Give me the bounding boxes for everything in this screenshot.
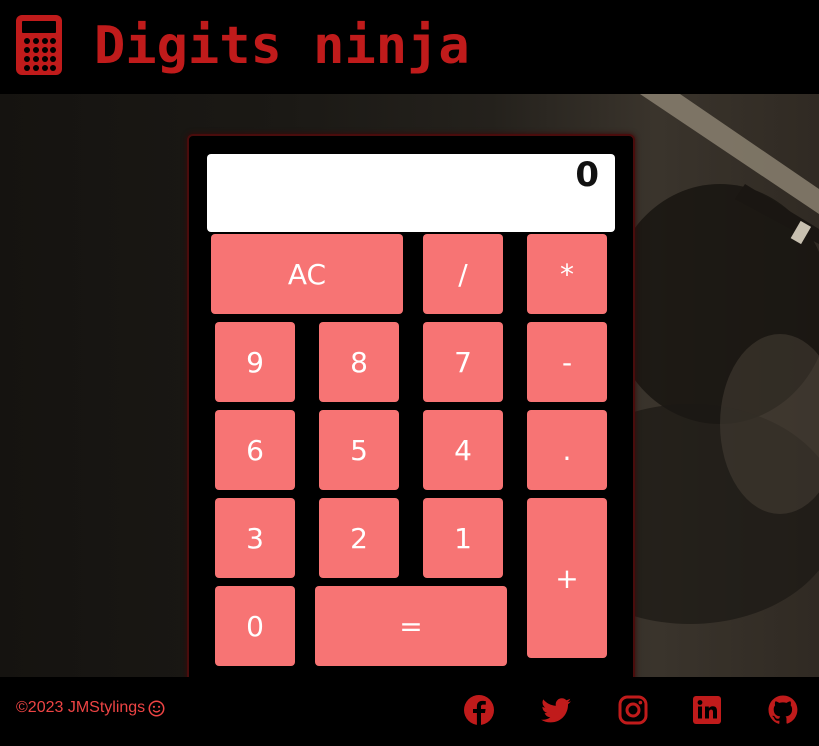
instagram-icon[interactable]: [617, 694, 649, 726]
minus-button[interactable]: -: [527, 322, 607, 402]
digit-6-button[interactable]: 6: [215, 410, 295, 490]
smiley-icon: [148, 700, 165, 716]
digit-7-button[interactable]: 7: [423, 322, 503, 402]
digit-4-button[interactable]: 4: [423, 410, 503, 490]
calculator-display: 0: [207, 154, 615, 232]
copyright-text: ©2023 JMStylings: [16, 699, 146, 716]
calculator-icon: [16, 15, 62, 75]
app-header: Digits ninja: [0, 0, 819, 94]
digit-5-button[interactable]: 5: [319, 410, 399, 490]
digit-2-button[interactable]: 2: [319, 498, 399, 578]
divide-button[interactable]: /: [423, 234, 503, 314]
twitter-icon[interactable]: [540, 694, 572, 726]
clear-button[interactable]: AC: [211, 234, 403, 314]
footer: ©2023 JMStylings: [0, 677, 819, 746]
copyright: ©2023 JMStylings: [16, 699, 165, 717]
digit-3-button[interactable]: 3: [215, 498, 295, 578]
digit-1-button[interactable]: 1: [423, 498, 503, 578]
github-icon[interactable]: [767, 694, 799, 726]
facebook-icon[interactable]: [463, 694, 495, 726]
display-value: 0: [575, 155, 599, 195]
multiply-button[interactable]: *: [527, 234, 607, 314]
digit-8-button[interactable]: 8: [319, 322, 399, 402]
calculator: 0 AC / * 9 8 7 - 6 5 4 . 3 2 1 + 0 =: [187, 134, 635, 677]
digit-0-button[interactable]: 0: [215, 586, 295, 666]
main-area: 0 AC / * 9 8 7 - 6 5 4 . 3 2 1 + 0 =: [0, 94, 819, 677]
linkedin-icon[interactable]: [691, 694, 723, 726]
digit-9-button[interactable]: 9: [215, 322, 295, 402]
decimal-button[interactable]: .: [527, 410, 607, 490]
app-title: Digits ninja: [94, 16, 470, 76]
equals-button[interactable]: =: [315, 586, 507, 666]
plus-button[interactable]: +: [527, 498, 607, 658]
